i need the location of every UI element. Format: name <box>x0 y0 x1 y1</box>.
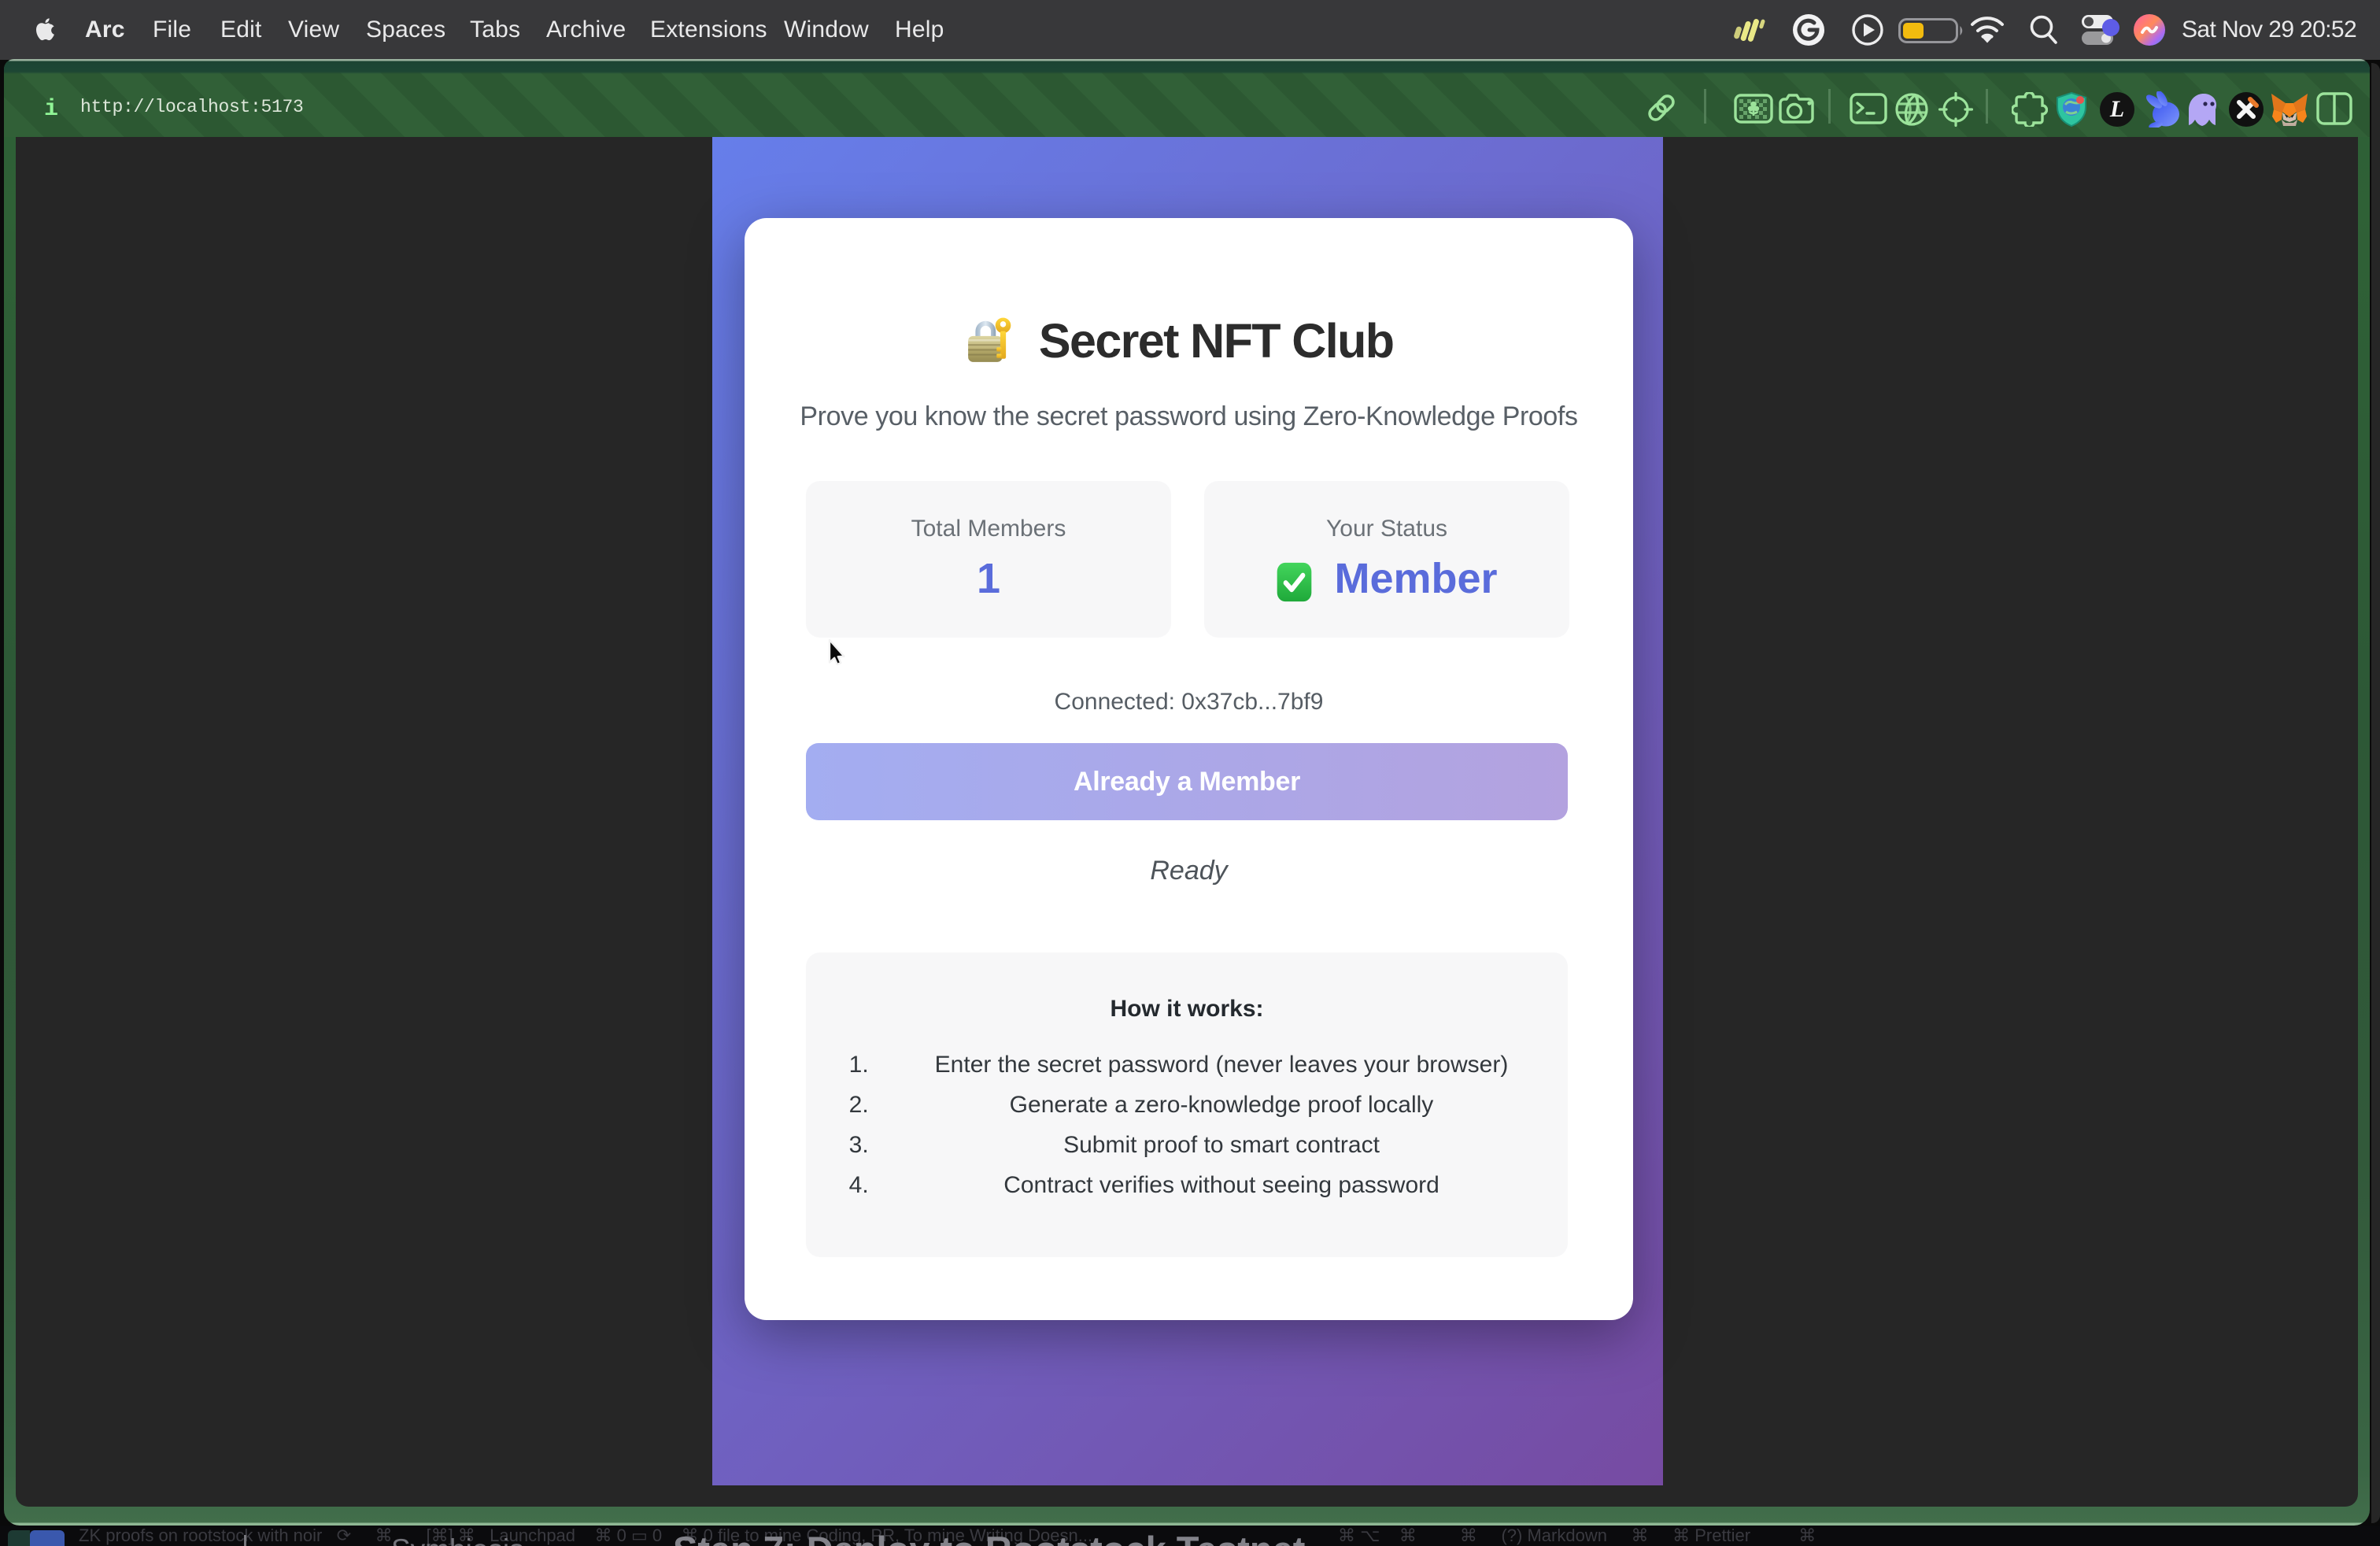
svg-text:L: L <box>2109 96 2124 122</box>
